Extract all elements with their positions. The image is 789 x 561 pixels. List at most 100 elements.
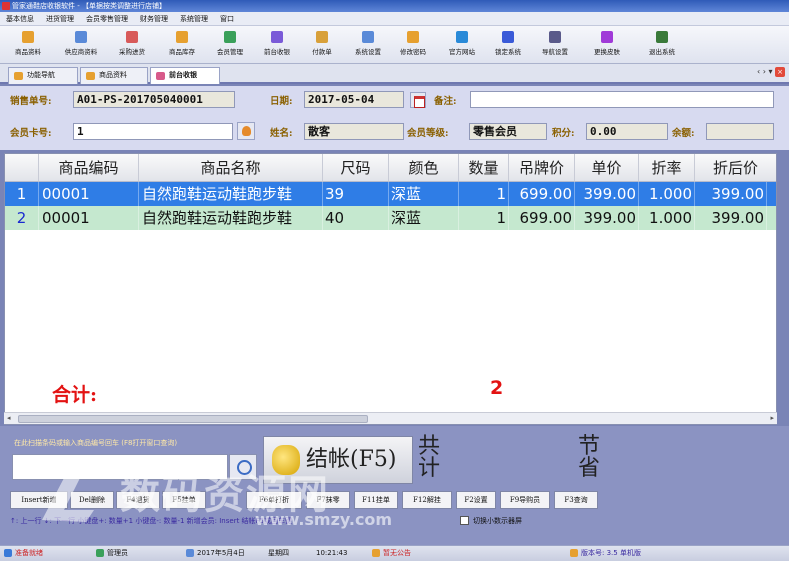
toolbar-label: 导航设置 <box>542 48 568 56</box>
inventory-icon <box>176 31 188 43</box>
toolbar-button-lock[interactable]: 锁定系统 <box>488 29 528 61</box>
suspend-key-button[interactable]: F11挂单 <box>354 491 398 509</box>
member-icon <box>224 31 236 43</box>
ready-icon <box>4 549 12 557</box>
scrollbar-thumb[interactable] <box>18 415 368 423</box>
toolbar-label: 更换皮肤 <box>594 48 620 56</box>
toolbar-label: 商品库存 <box>169 48 195 56</box>
date-field[interactable]: 2017-05-04 <box>304 91 404 108</box>
user-icon <box>96 549 104 557</box>
cell-color[interactable]: 深蓝 <box>389 206 459 230</box>
sales-items-grid[interactable]: 商品编码 商品名称 尺码 颜色 数量 吊牌价 单价 折率 折后价 1 00001… <box>4 153 777 425</box>
member-lookup-icon[interactable] <box>237 122 255 140</box>
settings-key-button[interactable]: F2设置 <box>456 491 496 509</box>
toolbar-label: 会员管理 <box>217 48 243 56</box>
cell-rate[interactable]: 1.000 <box>639 206 695 230</box>
window-title-bar: 管家通鞋店收银软件 - 【单据按类调整进行店铺】 <box>0 0 789 12</box>
status-user: 管理员 <box>96 546 128 561</box>
table-row[interactable]: 1 00001 自然跑鞋运动鞋跑步鞋 39 深蓝 1 699.00 399.00… <box>5 182 776 206</box>
date-label: 日期: <box>270 96 293 107</box>
toolbar-button-settings[interactable]: 系统设置 <box>346 29 390 61</box>
member-card-label: 会员卡号: <box>10 128 52 139</box>
cell-code[interactable]: 00001 <box>39 182 139 206</box>
toolbar-label: 采购进货 <box>119 48 145 56</box>
toolbar-button-navigation[interactable]: 导航设置 <box>534 29 576 61</box>
cell-rate[interactable]: 1.000 <box>639 182 695 206</box>
scroll-left-icon[interactable]: ◂ <box>7 414 11 422</box>
cell-code[interactable]: 00001 <box>39 206 139 230</box>
cell-name[interactable]: 自然跑鞋运动鞋跑步鞋 <box>139 182 323 206</box>
column-header[interactable]: 商品编码 <box>39 154 139 182</box>
toolbar-button-cashier[interactable]: 前台收银 <box>256 29 298 61</box>
cell-color[interactable]: 深蓝 <box>389 182 459 206</box>
cell-final[interactable]: 399.00 <box>695 182 767 206</box>
guide-key-button[interactable]: F9导购员 <box>500 491 550 509</box>
close-icon[interactable]: × <box>775 67 785 77</box>
toolbar-button-exit[interactable]: 退出系统 <box>640 29 684 61</box>
cell-name[interactable]: 自然跑鞋运动鞋跑步鞋 <box>139 206 323 230</box>
calendar-icon[interactable] <box>410 92 426 108</box>
cell-size[interactable]: 40 <box>323 206 389 230</box>
member-card-field[interactable]: 1 <box>73 123 233 140</box>
cell-tag-price[interactable]: 699.00 <box>509 182 575 206</box>
toolbar-label: 商品资料 <box>15 48 41 56</box>
tab-label: 商品资料 <box>99 71 127 79</box>
toolbar: 商品资料 供应商资料 采购进货 商品库存 会员管理 前台收银 付款单 系统设置 修改密码 官方网站… <box>0 26 789 64</box>
cell-tag-price[interactable]: 699.00 <box>509 206 575 230</box>
column-header[interactable]: 吊牌价 <box>509 154 575 182</box>
toolbar-button-member[interactable]: 会员管理 <box>210 29 250 61</box>
tab-function-nav[interactable]: 功能导航 <box>8 67 78 84</box>
column-header[interactable]: 折率 <box>639 154 695 182</box>
points-label: 积分: <box>552 128 575 139</box>
tab-cashier[interactable]: 前台收银 <box>150 67 220 84</box>
resume-key-button[interactable]: F12解挂 <box>402 491 452 509</box>
menu-basic-info[interactable]: 基本信息 <box>0 12 40 26</box>
savings-label: 节省 <box>578 434 601 481</box>
status-version: 版本号: 3.5 单机版 <box>570 546 641 561</box>
toolbar-button-purchase[interactable]: 采购进货 <box>110 29 154 61</box>
toolbar-button-skin[interactable]: 更换皮肤 <box>582 29 632 61</box>
lock-icon <box>502 31 514 43</box>
toolbar-button-website[interactable]: 官方网站 <box>440 29 484 61</box>
column-header[interactable]: 数量 <box>459 154 509 182</box>
row-number: 2 <box>5 206 39 230</box>
scroll-right-icon[interactable]: ▸ <box>770 414 774 422</box>
cell-final[interactable]: 399.00 <box>695 206 767 230</box>
cell-size[interactable]: 39 <box>323 182 389 206</box>
tab-product-info[interactable]: 商品资料 <box>80 67 148 84</box>
menu-bar: 基本信息 进货管理 会员零售管理 财务管理 系统管理 窗口 <box>0 12 789 26</box>
cell-qty[interactable]: 1 <box>459 182 509 206</box>
horizontal-scrollbar[interactable]: ◂ ▸ <box>4 412 777 424</box>
menu-member-retail[interactable]: 会员零售管理 <box>80 12 134 26</box>
toolbar-button-product[interactable]: 商品资料 <box>6 29 50 61</box>
cell-qty[interactable]: 1 <box>459 206 509 230</box>
column-header[interactable]: 颜色 <box>389 154 459 182</box>
remark-field[interactable] <box>470 91 774 108</box>
order-no-label: 销售单号: <box>10 96 52 107</box>
cell-price[interactable]: 399.00 <box>575 206 639 230</box>
column-header[interactable]: 折后价 <box>695 154 776 182</box>
toolbar-button-password[interactable]: 修改密码 <box>392 29 434 61</box>
cell-price[interactable]: 399.00 <box>575 182 639 206</box>
column-header[interactable]: 单价 <box>575 154 639 182</box>
column-header[interactable]: 尺码 <box>323 154 389 182</box>
table-row[interactable]: 2 00001 自然跑鞋运动鞋跑步鞋 40 深蓝 1 699.00 399.00… <box>5 206 776 230</box>
version-icon <box>570 549 578 557</box>
display-toggle-checkbox[interactable] <box>460 516 469 525</box>
toolbar-button-supplier[interactable]: 供应商资料 <box>56 29 106 61</box>
menu-system[interactable]: 系统管理 <box>174 12 214 26</box>
watermark-url: www.smzy.com <box>255 510 393 529</box>
cashier-icon <box>271 31 283 43</box>
scan-hint: 在此扫描条码或输入商品编号回车 (F8打开窗口查询) <box>14 439 178 447</box>
skin-icon <box>601 31 613 43</box>
status-time: 10:21:43 <box>316 549 348 557</box>
tab-nav-arrows[interactable]: ‹ › ▾ <box>757 67 773 76</box>
menu-window[interactable]: 窗口 <box>214 12 240 26</box>
order-no-field[interactable]: A01-PS-201705040001 <box>73 91 235 108</box>
column-header[interactable]: 商品名称 <box>139 154 323 182</box>
toolbar-button-payment[interactable]: 付款单 <box>304 29 340 61</box>
menu-finance[interactable]: 财务管理 <box>134 12 174 26</box>
query-key-button[interactable]: F3查询 <box>554 491 598 509</box>
menu-purchase[interactable]: 进货管理 <box>40 12 80 26</box>
toolbar-button-inventory[interactable]: 商品库存 <box>160 29 204 61</box>
